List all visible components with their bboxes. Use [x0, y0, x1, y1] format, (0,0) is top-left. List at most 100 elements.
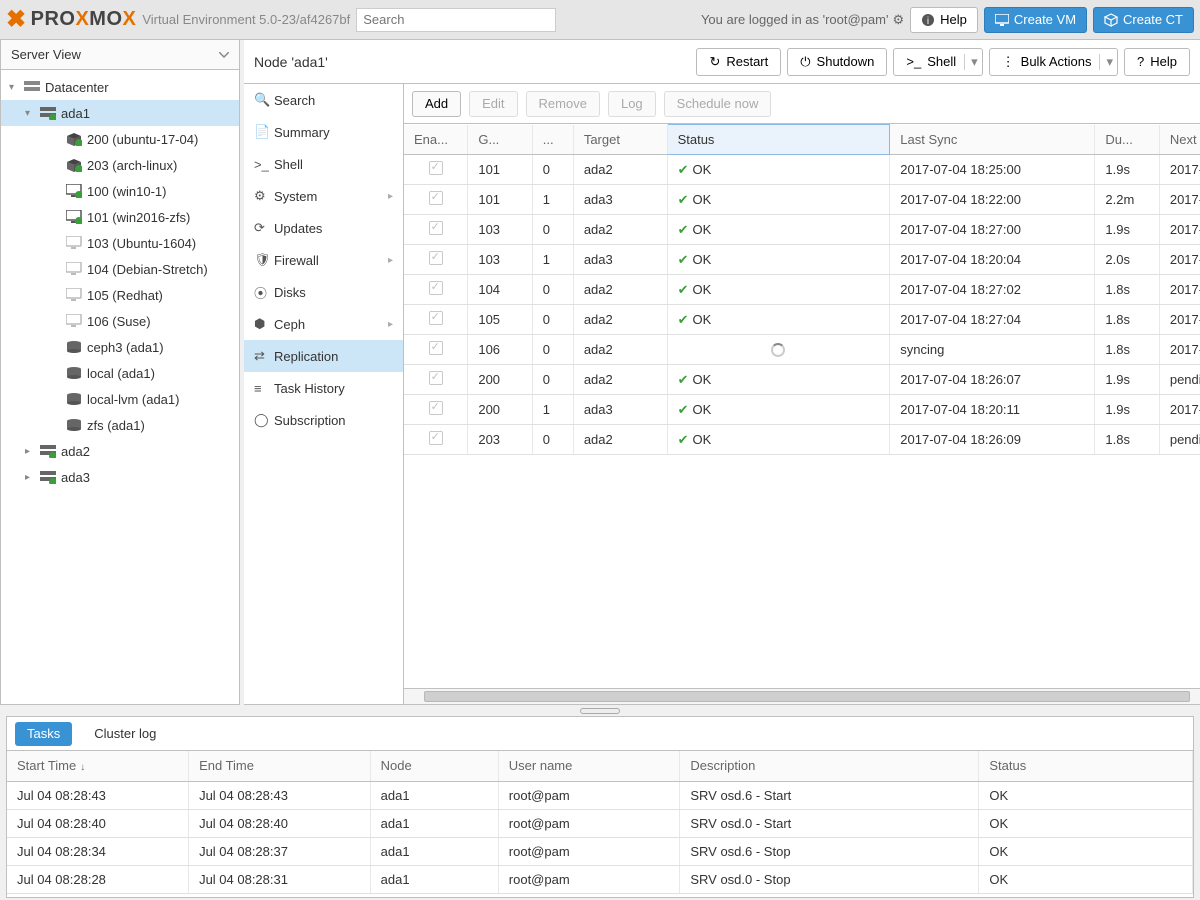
tasks-grid[interactable]: Start Time↓End TimeNodeUser nameDescript…	[7, 751, 1193, 897]
tree-item[interactable]: 104 (Debian-Stretch)	[1, 256, 239, 282]
nav-disks[interactable]: ⦿Disks	[244, 276, 403, 308]
task-row[interactable]: Jul 04 08:28:40Jul 04 08:28:40ada1root@p…	[7, 809, 1193, 837]
tree-item[interactable]: 200 (ubuntu-17-04)	[1, 126, 239, 152]
replication-row[interactable]: 2001ada3✔OK2017-07-04 18:20:111.9s2017-0…	[404, 395, 1200, 425]
info-icon: i	[921, 13, 935, 27]
storage-icon	[65, 340, 83, 354]
replication-row[interactable]: 1030ada2✔OK2017-07-04 18:27:001.9s2017-0…	[404, 215, 1200, 245]
nav-ceph[interactable]: ⬢Ceph▸	[244, 308, 403, 340]
restart-button[interactable]: ↻Restart	[696, 48, 781, 76]
replication-row[interactable]: 2030ada2✔OK2017-07-04 18:26:091.8spendin…	[404, 425, 1200, 455]
tree-item[interactable]: ▸ada2	[1, 438, 239, 464]
restart-icon: ↻	[709, 54, 720, 70]
node-nav: 🔍Search📄Summary>_Shell⚙System▸⟳Updates🛡F…	[244, 84, 404, 704]
replication-row[interactable]: 1011ada3✔OK2017-07-04 18:22:002.2m2017-0…	[404, 185, 1200, 215]
vm-off-icon	[65, 288, 83, 302]
nav-summary[interactable]: 📄Summary	[244, 116, 403, 148]
add-button[interactable]: Add	[412, 91, 461, 117]
help-button[interactable]: ?Help	[1124, 48, 1190, 76]
column-header[interactable]: Ena...	[404, 125, 468, 155]
nav-shell[interactable]: >_Shell	[244, 148, 403, 180]
column-header[interactable]: User name	[498, 751, 680, 781]
chevron-down-icon[interactable]: ▾	[964, 54, 978, 70]
shutdown-button[interactable]: ⏻Shutdown	[787, 48, 887, 76]
column-header[interactable]: Target	[573, 125, 667, 155]
column-header[interactable]: Du...	[1095, 125, 1159, 155]
grid-header-row: Ena...G......TargetStatusLast SyncDu...N…	[404, 125, 1200, 155]
replication-grid[interactable]: Ena...G......TargetStatusLast SyncDu...N…	[404, 124, 1200, 688]
tree-item[interactable]: local-lvm (ada1)	[1, 386, 239, 412]
column-header[interactable]: G...	[468, 125, 532, 155]
nav-firewall[interactable]: 🛡Firewall▸	[244, 244, 403, 276]
sort-desc-icon: ↓	[80, 762, 85, 773]
checkbox-icon	[429, 341, 443, 355]
chevron-right-icon: ▸	[388, 255, 393, 266]
column-header[interactable]: End Time	[189, 751, 371, 781]
tree-item[interactable]: ▸ada3	[1, 464, 239, 490]
nav-replication[interactable]: ⇄Replication	[244, 340, 403, 372]
help-icon: ?	[1137, 54, 1144, 69]
column-header[interactable]: Status	[979, 751, 1193, 781]
vm-off-icon	[65, 262, 83, 276]
create-ct-button[interactable]: Create CT	[1093, 7, 1194, 33]
tree-item[interactable]: ▾ada1	[1, 100, 239, 126]
menu-icon: ⋮	[1002, 54, 1015, 70]
task-row[interactable]: Jul 04 08:28:34Jul 04 08:28:37ada1root@p…	[7, 837, 1193, 865]
login-label: You are logged in as 'root@pam' ⚙	[701, 12, 904, 28]
tree-item[interactable]: 103 (Ubuntu-1604)	[1, 230, 239, 256]
replication-row[interactable]: 2000ada2✔OK2017-07-04 18:26:071.9spendin…	[404, 365, 1200, 395]
gear-icon[interactable]: ⚙	[892, 12, 904, 28]
top-bar: ✖ PROXMOX Virtual Environment 5.0-23/af4…	[0, 0, 1200, 40]
tree-item[interactable]: 106 (Suse)	[1, 308, 239, 334]
view-selector[interactable]: Server View	[1, 40, 239, 70]
tree-item[interactable]: 101 (win2016-zfs)	[1, 204, 239, 230]
help-button[interactable]: i Help	[910, 7, 978, 33]
shell-button[interactable]: >_Shell▾	[893, 48, 982, 76]
tab-tasks[interactable]: Tasks	[15, 722, 72, 746]
monitor-icon	[995, 14, 1009, 26]
tasks-header-row: Start Time↓End TimeNodeUser nameDescript…	[7, 751, 1193, 781]
nav-subscription[interactable]: ◯Subscription	[244, 404, 403, 436]
replication-icon: ⇄	[254, 348, 274, 364]
nav-updates[interactable]: ⟳Updates	[244, 212, 403, 244]
replication-row[interactable]: 1040ada2✔OK2017-07-04 18:27:021.8s2017-0…	[404, 275, 1200, 305]
column-header[interactable]: Description	[680, 751, 979, 781]
nav-history[interactable]: ≡Task History	[244, 372, 403, 404]
tree-item[interactable]: ceph3 (ada1)	[1, 334, 239, 360]
replication-row[interactable]: 1010ada2✔OK2017-07-04 18:25:001.9s2017-0…	[404, 155, 1200, 185]
nav-system[interactable]: ⚙System▸	[244, 180, 403, 212]
column-header[interactable]: ...	[532, 125, 573, 155]
tree-item[interactable]: zfs (ada1)	[1, 412, 239, 438]
tab-cluster-log[interactable]: Cluster log	[82, 722, 168, 746]
replication-toolbar: Add Edit Remove Log Schedule now	[404, 84, 1200, 124]
replication-row[interactable]: 1031ada3✔OK2017-07-04 18:20:042.0s2017-0…	[404, 245, 1200, 275]
create-vm-button[interactable]: Create VM	[984, 7, 1087, 33]
replication-row[interactable]: 1060ada2syncing1.8s2017-07-04 18	[404, 335, 1200, 365]
column-header[interactable]: Next Sync	[1159, 125, 1200, 155]
column-header[interactable]: Node	[370, 751, 498, 781]
tree-item[interactable]: 203 (arch-linux)	[1, 152, 239, 178]
chevron-down-icon[interactable]: ▾	[1099, 54, 1113, 70]
check-icon: ✔	[678, 312, 689, 327]
schedule-now-button[interactable]: Schedule now	[664, 91, 772, 117]
tree-item[interactable]: 100 (win10-1)	[1, 178, 239, 204]
bulk-actions-button[interactable]: ⋮Bulk Actions▾	[989, 48, 1118, 76]
column-header[interactable]: Status	[667, 125, 890, 155]
task-row[interactable]: Jul 04 08:28:28Jul 04 08:28:31ada1root@p…	[7, 865, 1193, 893]
column-header[interactable]: Start Time↓	[7, 751, 189, 781]
power-icon: ⏻	[800, 54, 810, 70]
check-icon: ✔	[678, 192, 689, 207]
edit-button[interactable]: Edit	[469, 91, 517, 117]
replication-row[interactable]: 1050ada2✔OK2017-07-04 18:27:041.8s2017-0…	[404, 305, 1200, 335]
tree-item[interactable]: local (ada1)	[1, 360, 239, 386]
replication-panel: Add Edit Remove Log Schedule now Ena...G…	[404, 84, 1200, 704]
nav-search[interactable]: 🔍Search	[244, 84, 403, 116]
log-button[interactable]: Log	[608, 91, 656, 117]
remove-button[interactable]: Remove	[526, 91, 600, 117]
horizontal-scrollbar[interactable]	[404, 688, 1200, 704]
tree-item[interactable]: 105 (Redhat)	[1, 282, 239, 308]
column-header[interactable]: Last Sync	[890, 125, 1095, 155]
search-input[interactable]	[356, 8, 556, 32]
task-row[interactable]: Jul 04 08:28:43Jul 04 08:28:43ada1root@p…	[7, 781, 1193, 809]
tree-item[interactable]: ▾Datacenter	[1, 74, 239, 100]
